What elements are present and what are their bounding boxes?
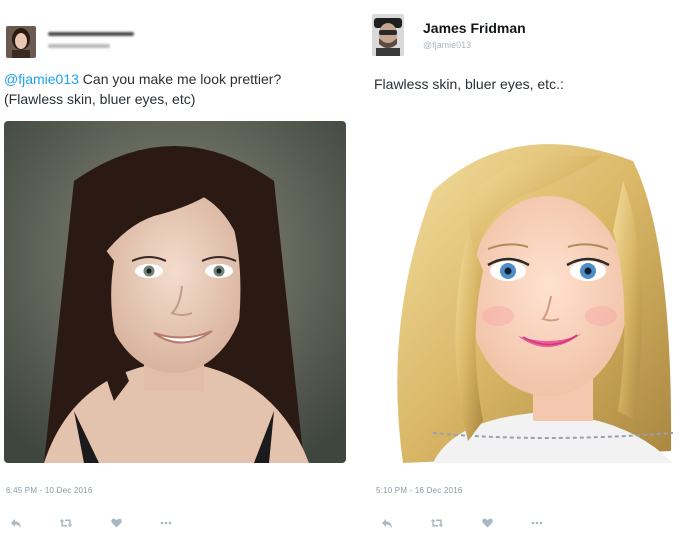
like-icon (110, 518, 122, 528)
reply-icon (11, 518, 21, 528)
more-button[interactable] (529, 515, 545, 531)
more-button[interactable] (158, 515, 174, 531)
reply-button[interactable] (379, 515, 395, 531)
tweet-text: @fjamie013 Can you make me look prettier… (4, 71, 282, 87)
user-avatar[interactable] (6, 26, 36, 58)
retweet-button[interactable] (429, 515, 445, 531)
retweet-button[interactable] (58, 515, 74, 531)
reply-icon (382, 518, 392, 528)
tweet-photo-edited[interactable] (373, 121, 691, 463)
tweet-photo-original[interactable] (4, 121, 346, 463)
author-handle[interactable]: @fjamie013 (423, 40, 471, 50)
mention-link[interactable]: @fjamie013 (4, 71, 79, 87)
tweet-actions (6, 515, 246, 531)
tweet-timestamp[interactable]: 6:45 PM - 10 Dec 2016 (6, 486, 92, 495)
more-icon (531, 521, 543, 525)
left-tweet: @fjamie013 Can you make me look prettier… (0, 0, 355, 543)
user-avatar[interactable] (372, 14, 404, 56)
tweet-actions (377, 515, 617, 531)
like-button[interactable] (479, 515, 495, 531)
author-name[interactable]: James Fridman (423, 20, 526, 36)
like-button[interactable] (108, 515, 124, 531)
retweet-icon (430, 519, 444, 527)
redacted-handle (48, 44, 110, 48)
retweet-icon (59, 519, 73, 527)
reply-button[interactable] (8, 515, 24, 531)
tweet-text-line2: (Flawless skin, bluer eyes, etc) (4, 91, 196, 107)
tweet-text: Flawless skin, bluer eyes, etc.: (374, 76, 564, 92)
right-tweet: James Fridman @fjamie013 Flawless skin, … (365, 0, 700, 543)
redacted-name (48, 32, 134, 36)
like-icon (481, 518, 493, 528)
tweet-timestamp[interactable]: 5:10 PM - 16 Dec 2016 (376, 486, 462, 495)
more-icon (160, 521, 172, 525)
